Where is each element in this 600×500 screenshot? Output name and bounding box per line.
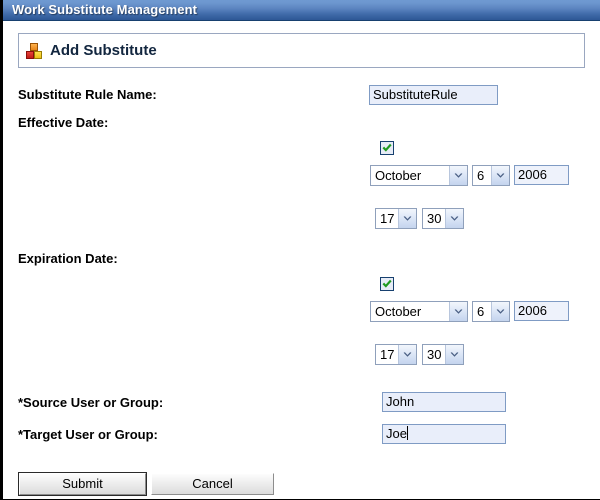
blocks-icon <box>26 42 43 60</box>
cancel-button[interactable]: Cancel <box>151 473 274 495</box>
effective-date-month-select[interactable]: October <box>370 165 468 186</box>
expiration-date-month-select[interactable]: October <box>370 301 468 322</box>
expiration-date-minute-select[interactable]: 30 <box>422 344 464 365</box>
label-source-user-or-group: *Source User or Group: <box>18 395 164 410</box>
effective-date-day-value: 6 <box>473 166 491 185</box>
chevron-down-icon <box>491 302 509 321</box>
submit-button[interactable]: Submit <box>18 472 147 496</box>
effective-date-year-input[interactable]: 2006 <box>514 165 569 185</box>
effective-date-enabled-checkbox[interactable] <box>380 141 394 155</box>
page-header-panel: Add Substitute <box>18 33 585 68</box>
page-title: Add Substitute <box>50 42 157 59</box>
chevron-down-icon <box>449 166 467 185</box>
label-expiration-date: Expiration Date: <box>18 251 118 266</box>
expiration-date-enabled-checkbox[interactable] <box>380 277 394 291</box>
chevron-down-icon <box>449 302 467 321</box>
chevron-down-icon <box>445 345 463 364</box>
effective-date-minute-value: 30 <box>423 209 445 228</box>
expiration-date-year-input[interactable]: 2006 <box>514 301 569 321</box>
label-effective-date: Effective Date: <box>18 115 109 130</box>
effective-date-minute-select[interactable]: 30 <box>422 208 464 229</box>
expiration-date-hour-select[interactable]: 17 <box>375 344 417 365</box>
window-title: Work Substitute Management <box>12 2 198 17</box>
label-substitute-rule-name: Substitute Rule Name: <box>18 87 157 102</box>
work-substitute-management-window: Work Substitute Management Add Substitut… <box>0 0 600 500</box>
expiration-date-day-select[interactable]: 6 <box>472 301 510 322</box>
expiration-date-minute-value: 30 <box>423 345 445 364</box>
chevron-down-icon <box>445 209 463 228</box>
expiration-date-hour-value: 17 <box>376 345 398 364</box>
target-user-value: Joe <box>386 426 407 441</box>
effective-date-day-select[interactable]: 6 <box>472 165 510 186</box>
source-user-input[interactable]: John <box>382 392 506 412</box>
text-caret <box>406 426 408 440</box>
chevron-down-icon <box>398 345 416 364</box>
window-titlebar: Work Substitute Management <box>3 0 600 21</box>
chevron-down-icon <box>398 209 416 228</box>
target-user-input[interactable]: Joe <box>382 424 506 444</box>
substitute-rule-name-input[interactable]: SubstituteRule <box>369 85 498 105</box>
effective-date-hour-select[interactable]: 17 <box>375 208 417 229</box>
effective-date-month-value: October <box>371 166 449 185</box>
expiration-date-month-value: October <box>371 302 449 321</box>
chevron-down-icon <box>491 166 509 185</box>
label-target-user-or-group: *Target User or Group: <box>18 427 158 442</box>
expiration-date-day-value: 6 <box>473 302 491 321</box>
effective-date-hour-value: 17 <box>376 209 398 228</box>
